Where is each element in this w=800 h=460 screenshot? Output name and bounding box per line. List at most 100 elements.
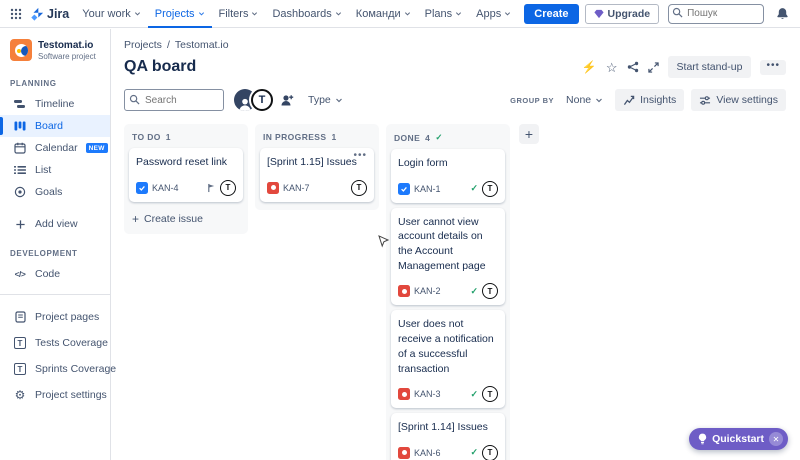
top-navigation: Jira Your work Projects Filters Dashboar… <box>0 0 800 28</box>
assignee-avatar[interactable]: T <box>351 180 367 196</box>
issue-card-kan-7[interactable]: ••• [Sprint 1.15] Issues KAN-7 T <box>260 148 374 202</box>
kanban-board: TO DO 1 Password reset link KAN-4 T <box>112 111 800 460</box>
column-in-progress: IN PROGRESS 1 ••• [Sprint 1.15] Issues K… <box>255 124 379 210</box>
quickstart-button[interactable]: Quickstart ✕ <box>689 428 788 450</box>
view-settings-button[interactable]: View settings <box>691 89 786 111</box>
done-check-icon: ✓ <box>470 183 478 194</box>
assignee-avatar[interactable]: T <box>482 283 498 299</box>
done-check-icon: ✓ <box>470 286 478 297</box>
automation-lightning-icon[interactable]: ⚡ <box>582 61 597 73</box>
breadcrumb-projects[interactable]: Projects <box>124 39 162 51</box>
create-issue-button[interactable]: + Create issue <box>124 207 248 234</box>
add-view-button[interactable]: Add view <box>0 213 110 235</box>
sidebar-item-goals[interactable]: Goals <box>0 181 110 203</box>
chevron-down-icon <box>134 10 141 17</box>
global-search <box>668 3 764 24</box>
jira-logo-icon <box>30 7 44 21</box>
start-standup-button[interactable]: Start stand-up <box>668 56 752 78</box>
sidebar-item-code[interactable]: </> Code <box>0 263 110 285</box>
notifications-bell-icon[interactable] <box>773 5 791 23</box>
breadcrumb-project[interactable]: Testomat.io <box>175 39 229 51</box>
issue-card-kan-1[interactable]: Login form KAN-1 ✓ T <box>391 149 505 203</box>
type-filter-dropdown[interactable]: Type <box>303 90 348 110</box>
assignee-avatar[interactable]: T <box>482 181 498 197</box>
column-header: IN PROGRESS 1 <box>255 124 379 148</box>
chevron-down-icon <box>455 10 462 17</box>
board-search <box>124 89 224 111</box>
nav-item-dashboards[interactable]: Dashboards <box>265 0 348 28</box>
bug-type-icon <box>267 182 279 194</box>
assignee-avatars: T <box>234 89 295 111</box>
chevron-down-icon <box>595 96 603 104</box>
gear-icon: ⚙ <box>13 388 27 402</box>
issue-card-kan-6[interactable]: [Sprint 1.14] Issues KAN-6 ✓ T <box>391 413 505 460</box>
bug-type-icon <box>398 447 410 459</box>
search-icon <box>129 94 140 105</box>
list-icon <box>13 164 27 176</box>
nav-item-teams[interactable]: Команди <box>349 0 418 28</box>
close-icon[interactable]: ✕ <box>769 432 783 446</box>
group-by-dropdown[interactable]: None <box>561 90 608 110</box>
issue-key: KAN-4 <box>152 183 179 193</box>
card-more-menu[interactable]: ••• <box>353 150 367 161</box>
sidebar-item-list[interactable]: List <box>0 159 110 181</box>
jira-logo-text: Jira <box>47 7 69 21</box>
gem-icon <box>594 9 604 19</box>
bug-type-icon <box>398 285 410 297</box>
sidebar-item-project-settings[interactable]: ⚙ Project settings <box>0 382 110 408</box>
issue-key: KAN-2 <box>414 286 441 296</box>
issue-card-kan-3[interactable]: User does not receive a notification of … <box>391 310 505 408</box>
breadcrumb: Projects / Testomat.io <box>112 29 800 51</box>
sidebar-item-calendar[interactable]: Calendar NEW <box>0 137 110 159</box>
jira-logo[interactable]: Jira <box>30 7 69 21</box>
issue-card-kan-4[interactable]: Password reset link KAN-4 T <box>129 148 243 202</box>
sidebar-item-board[interactable]: Board <box>0 115 110 137</box>
board-icon <box>13 120 27 132</box>
calendar-icon <box>13 142 27 154</box>
assignee-avatar[interactable]: T <box>482 386 498 402</box>
chevron-down-icon <box>404 10 411 17</box>
done-check-icon: ✓ <box>470 389 478 400</box>
star-favorite-icon[interactable]: ☆ <box>606 61 618 74</box>
board-toolbar-right: GROUP BY None Insights View settings <box>510 89 786 111</box>
assignee-avatar[interactable]: T <box>482 445 498 460</box>
sidebar-divider <box>0 294 110 295</box>
board-more-menu-button[interactable]: ••• <box>760 60 786 75</box>
nav-item-projects[interactable]: Projects <box>148 0 212 28</box>
nav-item-plans[interactable]: Plans <box>418 0 470 28</box>
fullscreen-expand-icon[interactable] <box>648 62 659 73</box>
app-switcher-icon[interactable] <box>8 6 24 22</box>
insights-button[interactable]: Insights <box>615 89 684 111</box>
plus-icon <box>13 219 27 230</box>
add-column-button[interactable]: + <box>519 124 539 144</box>
insights-chart-icon <box>623 95 635 106</box>
tests-coverage-icon: T <box>13 337 27 349</box>
project-name: Testomat.io <box>38 40 96 52</box>
nav-item-your-work[interactable]: Your work <box>75 0 148 28</box>
sidebar-item-tests-coverage[interactable]: T Tests Coverage <box>0 330 110 356</box>
sidebar-item-sprints-coverage[interactable]: T Sprints Coverage <box>0 356 110 382</box>
project-logo-icon <box>10 39 32 61</box>
sidebar-item-project-pages[interactable]: Project pages <box>0 304 110 330</box>
nav-item-filters[interactable]: Filters <box>212 0 266 28</box>
page-icon <box>13 311 27 323</box>
task-type-icon <box>136 182 148 194</box>
chevron-down-icon <box>504 10 511 17</box>
done-check-icon: ✓ <box>470 447 478 458</box>
plus-icon: + <box>132 213 139 225</box>
upgrade-button[interactable]: Upgrade <box>585 4 660 24</box>
add-people-icon[interactable] <box>279 92 295 108</box>
column-todo: TO DO 1 Password reset link KAN-4 T <box>124 124 248 234</box>
share-icon[interactable] <box>627 61 639 73</box>
nav-item-apps[interactable]: Apps <box>469 0 518 28</box>
project-header[interactable]: Testomat.io Software project <box>0 39 110 71</box>
issue-card-kan-2[interactable]: User cannot view account details on the … <box>391 208 505 306</box>
page-title: QA board <box>124 58 196 76</box>
board-toolbar: T Type GROUP BY None Insights View setti… <box>112 78 800 111</box>
nav-right-cluster: Upgrade ? ⚙ T <box>585 3 800 24</box>
sidebar-item-timeline[interactable]: Timeline <box>0 93 110 115</box>
assignee-avatar[interactable]: T <box>220 180 236 196</box>
assignee-avatar-t[interactable]: T <box>251 89 273 111</box>
create-button[interactable]: Create <box>524 4 578 24</box>
issue-key: KAN-6 <box>414 448 441 458</box>
